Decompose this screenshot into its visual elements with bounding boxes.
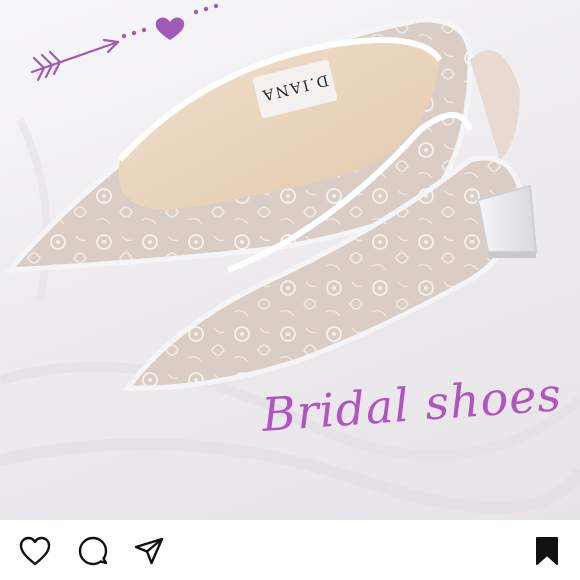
post-action-bar [0, 520, 580, 580]
caption-text: Bridal shoes [260, 367, 564, 442]
paper-plane-icon [134, 537, 164, 565]
heart-icon [155, 17, 185, 40]
like-button[interactable] [18, 534, 52, 568]
arrow-icon [30, 38, 120, 82]
post-image[interactable]: D.IANA Bridal shoes [0, 0, 580, 520]
heart-outline-icon [19, 536, 51, 566]
speech-bubble-icon [78, 536, 108, 566]
save-button[interactable] [530, 534, 564, 568]
bookmark-filled-icon [536, 537, 558, 565]
share-button[interactable] [132, 534, 166, 568]
comment-button[interactable] [76, 534, 110, 568]
